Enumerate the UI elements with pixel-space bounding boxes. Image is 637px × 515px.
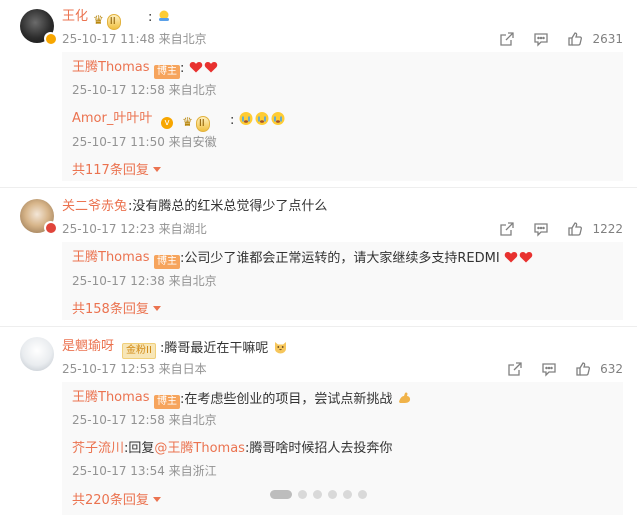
comment-text: : [148, 9, 171, 28]
reply-meta: 25-10-17 12:38 来自北京 [72, 274, 217, 288]
reply-meta: 25-10-17 12:58 来自北京 [72, 83, 217, 97]
reply-username[interactable]: 芥子流川 [72, 441, 124, 456]
comment-icon[interactable] [536, 360, 562, 378]
caret-down-icon [152, 497, 161, 502]
blogger-tag: 博主 [152, 390, 182, 409]
fan-badge: 金粉II [120, 339, 158, 359]
reply-username[interactable]: 王腾Thomas [72, 60, 150, 76]
user-medal: ♛ II [93, 9, 121, 30]
reply-username[interactable]: 王腾Thomas [72, 390, 150, 406]
user-medal: v ♛ II [157, 111, 210, 132]
carousel-dots [270, 490, 367, 499]
strong-arm-icon [397, 390, 412, 410]
like-count: 632 [600, 362, 623, 376]
reply-text: 芥子流川:回复@王腾Thomas:腾哥啥时候招人去投奔你 [72, 441, 393, 456]
comment-meta: 25-10-17 11:48 来自北京 [62, 32, 207, 46]
caret-down-icon [152, 306, 161, 311]
avatar[interactable] [20, 337, 54, 371]
comment-username[interactable]: 关二爷赤兔 [62, 199, 127, 215]
carousel-dot[interactable] [328, 490, 337, 499]
reply-text: :在考虑些创业的项目，尝试点新挑战 [180, 390, 412, 410]
hug-emoji-icon [157, 9, 171, 28]
like-icon[interactable] [562, 220, 588, 238]
verified-badge-icon [44, 221, 57, 234]
comment-actions: 2631 [486, 30, 623, 48]
like-count: 1222 [592, 222, 623, 236]
level-medal: II [106, 14, 121, 30]
carousel-dot[interactable] [343, 490, 352, 499]
comment-icon[interactable] [528, 30, 554, 48]
carousel-dot[interactable] [358, 490, 367, 499]
comment-actions: 1222 [486, 220, 623, 238]
caret-down-icon [152, 167, 161, 172]
view-more-replies-link[interactable]: 共117条回复 [72, 163, 161, 179]
view-more-replies-link[interactable]: 共158条回复 [72, 302, 161, 318]
comment-username[interactable]: 王化 [62, 9, 88, 25]
reply-text: : [230, 111, 287, 131]
reply-username[interactable]: Amor_叶叶叶 [72, 111, 152, 127]
blogger-tag: 博主 [152, 60, 182, 79]
mention-link[interactable]: @王腾Thomas [154, 441, 245, 456]
verified-icon: v [161, 117, 173, 129]
share-icon[interactable] [502, 360, 528, 378]
carousel-dot[interactable] [270, 490, 292, 499]
comment-actions: 632 [494, 360, 623, 378]
reply-meta: 25-10-17 13:54 来自浙江 [72, 464, 217, 478]
comment-username[interactable]: 是魍瑜呀 [62, 339, 114, 355]
reply-username[interactable]: 王腾Thomas [72, 250, 150, 266]
carousel-dot[interactable] [298, 490, 307, 499]
share-icon[interactable] [494, 220, 520, 238]
divider [0, 187, 637, 188]
view-more-replies-link[interactable]: 共220条回复 [72, 493, 161, 509]
crown-icon: ♛ [93, 13, 104, 27]
comment-meta: 25-10-17 12:53 来自日本 [62, 362, 207, 376]
comment-text: :没有腾总的红米总觉得少了点什么 [128, 199, 328, 214]
verified-badge-icon [44, 32, 57, 45]
level-medal: II [195, 116, 210, 132]
reply-meta: 25-10-17 12:58 来自北京 [72, 413, 217, 427]
reply-text: : [180, 60, 219, 79]
crown-icon: ♛ [182, 115, 193, 129]
heart-icon [504, 250, 534, 269]
comment-text: :腾哥最近在干嘛呢 [160, 339, 288, 359]
cat-face-icon [273, 339, 288, 359]
share-icon[interactable] [494, 30, 520, 48]
crying-emoji-icon [239, 111, 287, 131]
reply-text: :公司少了谁都会正常运转的，请大家继续多支持REDMI [180, 250, 534, 269]
divider [0, 326, 637, 327]
blogger-tag: 博主 [152, 250, 182, 269]
comment-icon[interactable] [528, 220, 554, 238]
reply-meta: 25-10-17 11:50 来自安徽 [72, 135, 217, 149]
carousel-dot[interactable] [313, 490, 322, 499]
comment-meta: 25-10-17 12:23 来自湖北 [62, 222, 207, 236]
like-count: 2631 [592, 32, 623, 46]
like-icon[interactable] [562, 30, 588, 48]
like-icon[interactable] [570, 360, 596, 378]
heart-icon [189, 60, 219, 79]
